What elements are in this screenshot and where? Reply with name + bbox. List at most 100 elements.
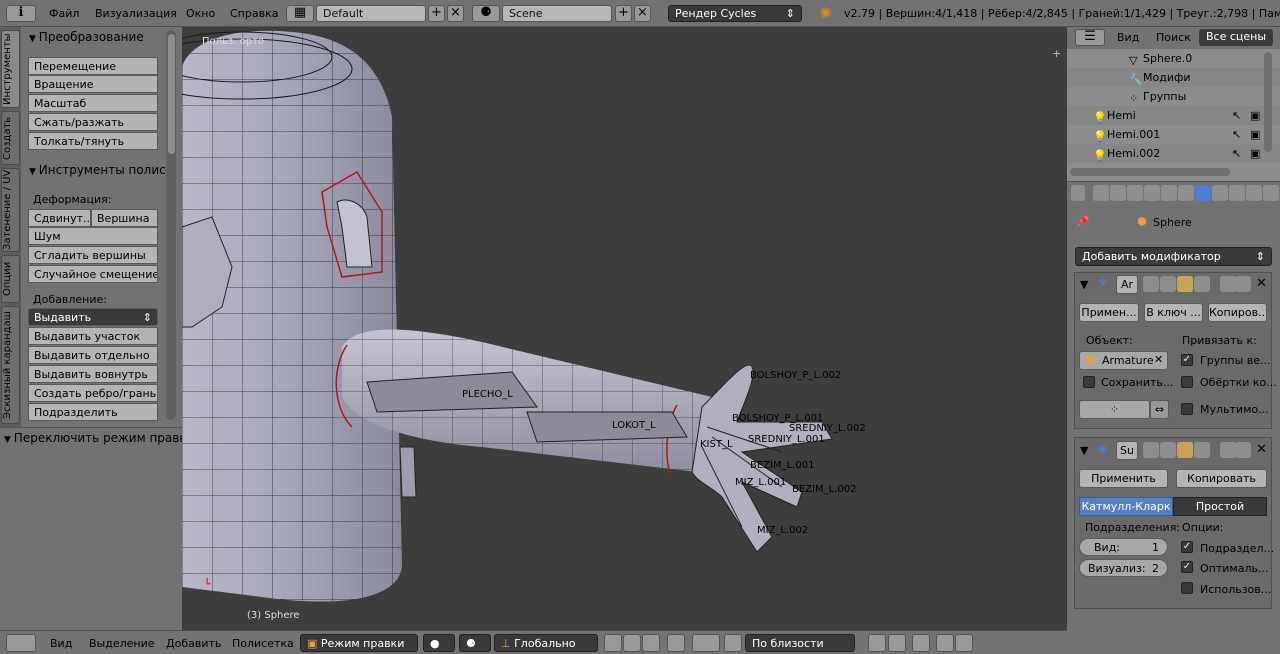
armature-modifier-name[interactable]: Ar	[1116, 275, 1138, 294]
modifiers-tab-icon[interactable]	[1195, 185, 1211, 201]
bone-envelopes-checkbox[interactable]	[1181, 376, 1193, 388]
restrict-render-icon[interactable]: ▣	[1250, 128, 1260, 141]
animation-render-icon[interactable]	[955, 634, 973, 652]
clear-field-icon[interactable]: ✕	[1154, 353, 1163, 366]
opengl-render-icon[interactable]	[912, 634, 930, 652]
menu-file[interactable]: Файл	[49, 7, 79, 20]
tab-grease-pencil[interactable]: Эскизный карандаш	[1, 306, 20, 424]
extrude-select[interactable]: Выдавить ⇕	[28, 308, 158, 326]
apply-as-shape-button[interactable]: В ключ ...	[1144, 303, 1203, 322]
apply-button[interactable]: Примен...	[1079, 303, 1139, 322]
particles-tab-icon[interactable]	[1263, 185, 1279, 201]
outliner-row[interactable]: ⁘ Группы	[1067, 87, 1280, 106]
scene-icon[interactable]: ⚈	[472, 5, 500, 22]
pin-icon[interactable]: 📌	[1076, 215, 1090, 228]
proportional-edit-icon[interactable]	[692, 634, 720, 652]
catmull-clark-toggle[interactable]: Катмулл-Кларк	[1079, 497, 1173, 516]
panel-transform-header[interactable]: Преобразование	[29, 30, 144, 44]
noise-button[interactable]: Шум	[28, 227, 158, 245]
outliner-hscrollbar[interactable]	[1070, 168, 1230, 176]
snap-target-select[interactable]: По близости	[745, 634, 855, 652]
snap-icon[interactable]	[724, 634, 742, 652]
panel-mesh-tools-header[interactable]: Инструменты полисет	[29, 163, 166, 177]
optimal-display-checkbox[interactable]: ✓	[1181, 561, 1193, 573]
smooth-vertex-button[interactable]: Сгладить вершины	[28, 246, 158, 264]
restrict-select-icon[interactable]: ↖	[1232, 128, 1241, 141]
move-down-icon[interactable]	[1235, 442, 1251, 458]
simple-toggle[interactable]: Простой	[1173, 497, 1267, 516]
move-up-icon[interactable]	[1220, 276, 1236, 292]
tab-shading-uv[interactable]: Затенение / UV	[1, 168, 20, 252]
realtime-toggle-icon[interactable]	[1160, 442, 1176, 458]
shelf-scrollbar-thumb[interactable]	[168, 34, 175, 154]
add-modifier-select[interactable]: Добавить модификатор ⇕	[1075, 247, 1272, 266]
move-up-icon[interactable]	[1220, 442, 1236, 458]
view-levels-field[interactable]: Вид: 1	[1079, 538, 1168, 556]
remove-layout-icon[interactable]: ×	[447, 5, 464, 22]
render-tab-icon[interactable]	[1093, 185, 1109, 201]
remove-scene-icon[interactable]: ×	[634, 5, 651, 22]
rotate-button[interactable]: Вращение	[28, 75, 158, 93]
mode-select[interactable]: ▣ Режим правки	[300, 634, 418, 652]
move-down-icon[interactable]	[1235, 276, 1251, 292]
inset-button[interactable]: Выдавить вовнутрь	[28, 365, 158, 383]
collapse-icon[interactable]: ▼	[1080, 444, 1088, 457]
screen-layout-field[interactable]: Default	[316, 5, 426, 22]
editor-type-icon[interactable]: ℹ	[6, 5, 36, 22]
cage-toggle-icon[interactable]	[1194, 276, 1210, 292]
extrude-region-button[interactable]: Выдавить участок	[28, 327, 158, 345]
editmode-toggle-icon[interactable]	[1177, 442, 1193, 458]
slide-edge-button[interactable]: Сдвинут...	[28, 209, 91, 227]
outliner-display-select[interactable]: Все сцены	[1199, 29, 1274, 46]
vertex-group-field[interactable]: ⁘	[1079, 400, 1150, 419]
restrict-render-icon[interactable]: ▣	[1250, 147, 1260, 160]
translate-button[interactable]: Перемещение	[28, 57, 158, 75]
vertex-groups-checkbox[interactable]: ✓	[1181, 354, 1193, 366]
shading-select[interactable]: ●	[423, 634, 455, 652]
apply-button[interactable]: Применить	[1079, 469, 1168, 488]
vertex-select-icon[interactable]	[604, 634, 622, 652]
camera-render-icon[interactable]	[936, 634, 954, 652]
menu-view[interactable]: Вид	[50, 637, 72, 650]
restrict-render-icon[interactable]: ▣	[1250, 109, 1260, 122]
slide-vertex-button[interactable]: Вершина	[91, 209, 158, 227]
constraints-tab-icon[interactable]	[1178, 185, 1194, 201]
cage-toggle-icon[interactable]	[1194, 442, 1210, 458]
orientation-select[interactable]: ⊥ Глобально	[494, 634, 598, 652]
snap-align-icon[interactable]	[888, 634, 906, 652]
add-layout-icon[interactable]: +	[428, 5, 445, 22]
invert-vertex-group-button[interactable]: ⇔	[1150, 400, 1169, 419]
snap-element-icon[interactable]	[868, 634, 886, 652]
outliner-row[interactable]: ▽ Sphere.0	[1067, 49, 1280, 68]
menu-mesh[interactable]: Полисетка	[232, 637, 294, 650]
outliner-row[interactable]: 💡Hemi ↖ ▣	[1067, 106, 1280, 125]
outliner-row[interactable]: 💡Hemi.001 ↖ ▣	[1067, 125, 1280, 144]
menu-help[interactable]: Справка	[230, 7, 278, 20]
randomize-button[interactable]: Случайное смещение	[28, 265, 158, 283]
render-engine-select[interactable]: Рендер Cycles ⇕	[668, 5, 802, 22]
render-toggle-icon[interactable]	[1143, 276, 1159, 292]
data-tab-icon[interactable]	[1212, 185, 1228, 201]
restrict-select-icon[interactable]: ↖	[1232, 147, 1241, 160]
tab-options[interactable]: Опции	[1, 255, 20, 303]
scene-tab-icon[interactable]	[1127, 185, 1143, 201]
properties-editor-icon[interactable]	[1071, 185, 1085, 201]
shrink-fatten-button[interactable]: Сжать/разжать	[28, 113, 158, 131]
remove-modifier-icon[interactable]: ✕	[1256, 276, 1267, 291]
world-tab-icon[interactable]	[1144, 185, 1160, 201]
outliner-row[interactable]: 🔧Модифи	[1067, 68, 1280, 87]
object-tab-icon[interactable]	[1161, 185, 1177, 201]
menu-window[interactable]: Окно	[186, 7, 215, 20]
render-levels-field[interactable]: Визуализ: 2	[1079, 559, 1168, 577]
editor-type-icon[interactable]	[6, 634, 36, 652]
collapse-icon[interactable]: ▼	[1080, 278, 1088, 291]
remove-modifier-icon[interactable]: ✕	[1256, 442, 1267, 457]
render-layers-tab-icon[interactable]	[1110, 185, 1126, 201]
3d-viewport[interactable]: Польз. орто PLECHO_L LOKOT_L KIST_L BOLS…	[182, 27, 1067, 630]
scale-button[interactable]: Масштаб	[28, 94, 158, 112]
realtime-toggle-icon[interactable]	[1160, 276, 1176, 292]
operator-panel-header[interactable]: Переключить режим правки	[0, 427, 182, 447]
subsurf-modifier-name[interactable]: Su	[1116, 441, 1138, 460]
preserve-volume-checkbox[interactable]	[1083, 376, 1095, 388]
outliner[interactable]: ▽ Sphere.0 🔧Модифи ⁘ Группы 💡Hemi ↖ ▣ 💡Hem…	[1067, 49, 1280, 181]
